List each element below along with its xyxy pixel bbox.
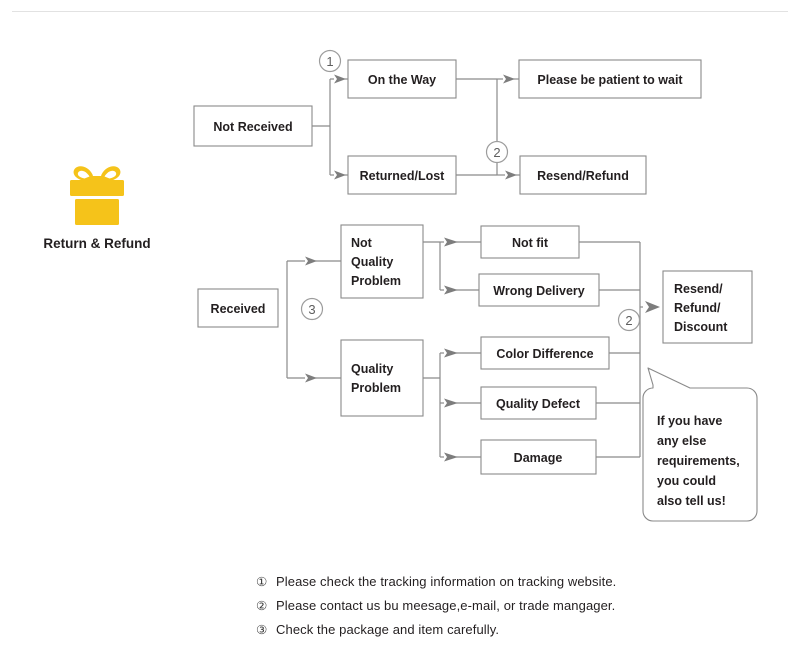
marker-label: 1 <box>326 54 333 69</box>
node-label: Not fit <box>512 236 549 250</box>
node-received[interactable]: Received <box>197 288 279 328</box>
bubble-line-3: requirements, <box>657 454 740 468</box>
node-label: Returned/Lost <box>360 169 446 183</box>
note-marker: ① <box>256 575 268 589</box>
diagram-root: Return & Refund Not Received On the Way … <box>0 0 800 660</box>
node-label: Resend/Refund <box>537 169 629 183</box>
node-damage[interactable]: Damage <box>480 439 597 475</box>
node-wrong-delivery[interactable]: Wrong Delivery <box>478 273 600 307</box>
note-text: Please check the tracking information on… <box>276 574 617 589</box>
node-label-line-3: Problem <box>351 274 401 288</box>
marker-2-top: 2 <box>485 140 509 164</box>
node-not-fit[interactable]: Not fit <box>480 225 580 259</box>
note-item: ③ Check the package and item carefully. <box>256 622 716 637</box>
marker-label: 2 <box>625 313 632 328</box>
node-not-received[interactable]: Not Received <box>193 105 313 147</box>
node-label: Not Received <box>213 120 292 134</box>
node-label: Damage <box>514 451 563 465</box>
marker-1: 1 <box>318 49 342 73</box>
connector-not-received-split <box>312 74 348 180</box>
node-on-the-way[interactable]: On the Way <box>347 59 457 99</box>
note-item: ② Please contact us bu meesage,e-mail, o… <box>256 598 716 613</box>
node-returned-lost[interactable]: Returned/Lost <box>347 155 457 195</box>
note-marker: ② <box>256 599 268 613</box>
node-label-line-3: Discount <box>674 320 728 334</box>
marker-label: 3 <box>308 302 315 317</box>
notes-list: ① Please check the tracking information … <box>256 574 716 646</box>
node-label-line-2: Problem <box>351 381 401 395</box>
note-text: Check the package and item carefully. <box>276 622 500 637</box>
node-label: Color Difference <box>496 347 593 361</box>
marker-2-bottom: 2 <box>617 308 641 332</box>
node-please-be-patient[interactable]: Please be patient to wait <box>518 59 702 99</box>
connector-quality-split <box>423 348 481 462</box>
node-not-quality-problem[interactable]: Not Quality Problem <box>340 224 424 299</box>
bubble-line-2: any else <box>657 434 706 448</box>
connector-top-merge <box>456 74 520 180</box>
node-label: Please be patient to wait <box>537 73 683 87</box>
connector-not-quality-split <box>423 237 481 295</box>
node-resend-refund-discount[interactable]: Resend/ Refund/ Discount <box>662 270 753 344</box>
node-quality-problem[interactable]: Quality Problem <box>340 339 424 417</box>
marker-label: 2 <box>493 145 500 160</box>
node-label-line-2: Refund/ <box>674 301 721 315</box>
bubble-line-4: you could <box>657 474 716 488</box>
node-label: Wrong Delivery <box>493 284 585 298</box>
node-quality-defect[interactable]: Quality Defect <box>480 386 597 420</box>
node-resend-refund[interactable]: Resend/Refund <box>519 155 647 195</box>
node-label-line-1: Quality <box>351 362 393 376</box>
note-marker: ③ <box>256 623 268 637</box>
node-label: Quality Defect <box>496 397 581 411</box>
marker-3: 3 <box>300 297 324 321</box>
bubble-line-5: also tell us! <box>657 494 726 508</box>
node-label-line-1: Not <box>351 236 373 250</box>
note-text: Please contact us bu meesage,e-mail, or … <box>276 598 616 613</box>
node-label: Received <box>211 302 266 316</box>
flowchart-canvas: Not Received On the Way Returned/Lost Pl… <box>193 49 758 522</box>
bubble-line-1: If you have <box>657 414 722 428</box>
node-color-difference[interactable]: Color Difference <box>480 336 610 370</box>
node-label-line-2: Quality <box>351 255 393 269</box>
node-label-line-1: Resend/ <box>674 282 723 296</box>
note-item: ① Please check the tracking information … <box>256 574 716 589</box>
help-bubble: If you have any else requirements, you c… <box>642 367 758 522</box>
node-label: On the Way <box>368 73 436 87</box>
